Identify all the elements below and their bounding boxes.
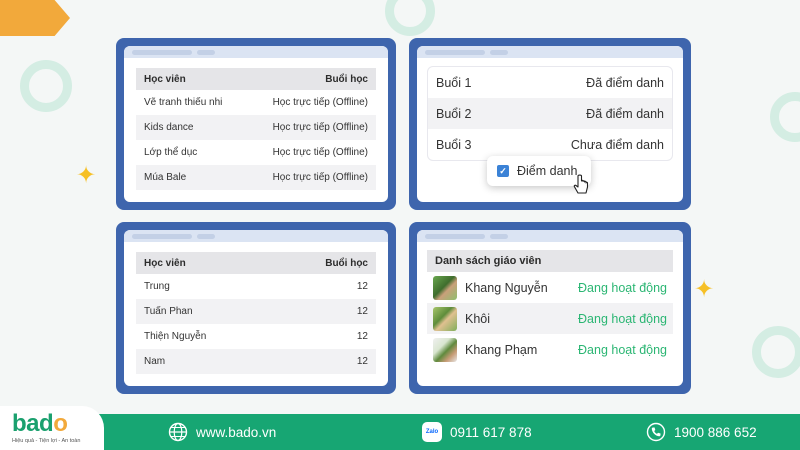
zalo-icon: Zalo xyxy=(422,422,442,442)
sparkle-icon: ✦ xyxy=(694,276,715,303)
class-schedule-panel: Học viên Buổi học Vẽ tranh thiếu nhi Học… xyxy=(116,38,396,210)
table-row[interactable]: Lớp thể dục Học trực tiếp (Offline) xyxy=(136,140,376,165)
website-link[interactable]: www.bado.vn xyxy=(168,414,276,450)
column-header-session: Buổi học xyxy=(273,252,376,274)
table-row[interactable]: Trung 12 xyxy=(136,274,376,299)
zalo-contact[interactable]: Zalo 0911 617 878 xyxy=(422,414,532,450)
attendance-window: Buổi 1 Đã điểm danh Buổi 2 Đã điểm danh … xyxy=(417,46,683,202)
window-titlebar xyxy=(124,230,388,242)
teacher-name: Khôi xyxy=(465,311,491,326)
window-titlebar xyxy=(124,46,388,58)
student-name-cell: Trung xyxy=(144,281,170,292)
phone-icon xyxy=(646,422,666,442)
list-item[interactable]: Buổi 2 Đã điểm danh xyxy=(428,98,672,129)
class-schedule-window: Học viên Buổi học Vẽ tranh thiếu nhi Học… xyxy=(124,46,388,202)
ring-decoration xyxy=(770,92,800,142)
teacher-name: Khang Nguyễn xyxy=(465,280,548,295)
logo-letter: b xyxy=(12,410,27,437)
ring-decoration xyxy=(752,326,800,378)
table-header-row: Học viên Buổi học xyxy=(136,68,376,90)
status-badge: Đang hoạt động xyxy=(578,342,667,357)
column-header-student: Học viên xyxy=(136,252,274,274)
class-name-cell: Múa Bale xyxy=(136,165,247,190)
teacher-list-title: Danh sách giáo viên xyxy=(427,250,673,272)
corner-tab-decoration xyxy=(0,0,70,36)
class-name-cell: Vẽ tranh thiếu nhi xyxy=(144,97,223,108)
session-count-cell: 12 xyxy=(356,281,368,292)
teacher-list-window: Danh sách giáo viên Khang Nguyễn Đang ho… xyxy=(417,230,683,386)
table-row[interactable]: Tuấn Phan 12 xyxy=(136,299,376,324)
session-count-cell: 12 xyxy=(273,299,376,324)
window-titlebar xyxy=(417,230,683,242)
student-name-cell: Thiện Nguyễn xyxy=(144,331,207,342)
globe-icon xyxy=(168,422,188,442)
website-text: www.bado.vn xyxy=(196,424,277,440)
attendance-status: Đã điểm danh xyxy=(586,75,664,90)
student-count-window: Học viên Buổi học Trung 12 Tuấn Phan 12 … xyxy=(124,230,388,386)
ring-decoration xyxy=(20,60,72,112)
column-header-student: Học viên xyxy=(136,68,247,90)
class-mode-cell: Học trực tiếp (Offline) xyxy=(272,147,368,158)
window-titlebar xyxy=(417,46,683,58)
sparkle-icon: ✦ xyxy=(76,162,97,189)
class-name-cell: Lớp thể dục xyxy=(144,147,198,158)
footer-bar: www.bado.vn Zalo 0911 617 878 1900 886 6… xyxy=(0,414,800,450)
bado-logo[interactable]: bado Hiệu quả - Tiện lợi - An toàn xyxy=(0,406,104,450)
table-row[interactable]: Kids dance Học trực tiếp (Offline) xyxy=(136,115,376,140)
checkbox-checked-icon[interactable]: ✓ xyxy=(497,165,509,177)
class-mode-cell: Học trực tiếp (Offline) xyxy=(246,115,376,140)
logo-letter: a xyxy=(26,410,40,437)
student-count-panel: Học viên Buổi học Trung 12 Tuấn Phan 12 … xyxy=(116,222,396,394)
attendance-panel: Buổi 1 Đã điểm danh Buổi 2 Đã điểm danh … xyxy=(409,38,691,210)
table-row[interactable]: Nam 12 xyxy=(136,349,376,374)
session-count-cell: 12 xyxy=(356,331,368,342)
class-schedule-table: Học viên Buổi học Vẽ tranh thiếu nhi Học… xyxy=(136,68,376,190)
session-count-cell: 12 xyxy=(273,349,376,374)
pointer-cursor-icon xyxy=(573,174,589,194)
logo-letter: o xyxy=(53,410,68,437)
zalo-phone-text: 0911 617 878 xyxy=(450,424,532,440)
avatar xyxy=(433,275,457,300)
table-row[interactable]: Thiện Nguyễn 12 xyxy=(136,324,376,349)
session-name: Buổi 1 xyxy=(436,75,472,90)
logo-letter: d xyxy=(39,410,54,437)
ring-decoration xyxy=(385,0,435,36)
session-name: Buổi 2 xyxy=(436,106,472,121)
attendance-status: Đã điểm danh xyxy=(586,106,664,121)
class-mode-cell: Học trực tiếp (Offline) xyxy=(272,97,368,108)
logo-tagline: Hiệu quả - Tiện lợi - An toàn xyxy=(12,438,81,444)
table-row[interactable]: Múa Bale Học trực tiếp (Offline) xyxy=(136,165,376,190)
logo-wordmark: bado xyxy=(12,412,104,436)
hotline-text: 1900 886 652 xyxy=(674,424,757,440)
status-badge: Đang hoạt động xyxy=(578,280,667,295)
teacher-list-panel: Danh sách giáo viên Khang Nguyễn Đang ho… xyxy=(409,222,691,394)
student-name-cell: Tuấn Phan xyxy=(136,299,274,324)
class-name-cell: Kids dance xyxy=(136,115,247,140)
table-row[interactable]: Vẽ tranh thiếu nhi Học trực tiếp (Offlin… xyxy=(136,90,376,115)
session-name: Buổi 3 xyxy=(436,137,472,152)
session-list: Buổi 1 Đã điểm danh Buổi 2 Đã điểm danh … xyxy=(427,66,673,161)
table-header-row: Học viên Buổi học xyxy=(136,252,376,274)
attendance-status: Chưa điểm danh xyxy=(570,137,664,152)
mark-attendance-label: Điểm danh xyxy=(517,164,578,178)
avatar xyxy=(433,306,457,331)
list-item[interactable]: Buổi 1 Đã điểm danh xyxy=(428,67,672,98)
class-mode-cell: Học trực tiếp (Offline) xyxy=(246,165,376,190)
list-item[interactable]: Khôi Đang hoạt động xyxy=(427,303,673,334)
student-count-table: Học viên Buổi học Trung 12 Tuấn Phan 12 … xyxy=(136,252,376,374)
teacher-name: Khang Phạm xyxy=(465,342,538,357)
list-item[interactable]: Khang Phạm Đang hoạt động xyxy=(427,334,673,365)
avatar xyxy=(433,337,457,362)
status-badge: Đang hoạt động xyxy=(578,311,667,326)
hotline-contact[interactable]: 1900 886 652 xyxy=(646,414,757,450)
student-name-cell: Nam xyxy=(136,349,274,374)
list-item[interactable]: Khang Nguyễn Đang hoạt động xyxy=(427,272,673,303)
column-header-session: Buổi học xyxy=(246,68,376,90)
